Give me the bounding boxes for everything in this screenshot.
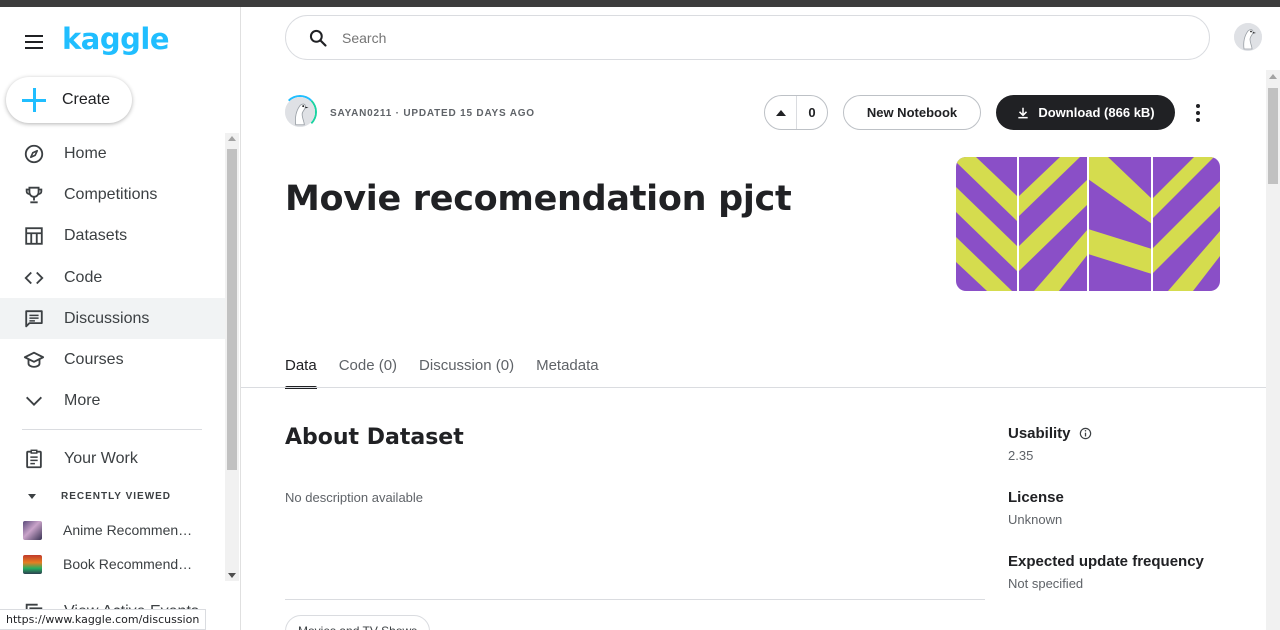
trophy-icon bbox=[22, 183, 46, 207]
sidebar-nav: Home Competitions Datasets Code Discussi… bbox=[0, 133, 225, 422]
owner-meta[interactable]: SAYAN0211 · UPDATED 15 DAYS AGO bbox=[330, 108, 535, 119]
chevron-down-icon bbox=[22, 389, 46, 413]
sidebar-item-label: Discussions bbox=[64, 309, 150, 327]
dataset-title: Movie recomendation pjct bbox=[285, 179, 792, 219]
sidebar: kaggle Create Home Competitions Datasets bbox=[0, 7, 241, 630]
license-value: Unknown bbox=[1008, 512, 1063, 527]
kaggle-logo[interactable]: kaggle bbox=[62, 22, 169, 56]
sidebar-item-more[interactable]: More bbox=[0, 381, 225, 422]
search-bar[interactable] bbox=[285, 15, 1210, 60]
sidebar-item-competitions[interactable]: Competitions bbox=[0, 174, 225, 215]
new-notebook-button[interactable]: New Notebook bbox=[843, 95, 981, 130]
download-icon bbox=[1018, 107, 1029, 118]
tab-discussion[interactable]: Discussion (0) bbox=[419, 347, 514, 389]
sidebar-item-your-work[interactable]: Your Work bbox=[0, 438, 225, 479]
info-icon[interactable] bbox=[1079, 427, 1092, 440]
update-frequency-label: Expected update frequency bbox=[1008, 553, 1204, 570]
create-button[interactable]: Create bbox=[6, 77, 132, 123]
code-icon bbox=[22, 266, 46, 290]
recently-viewed-toggle[interactable]: RECENTLY VIEWED bbox=[0, 487, 225, 505]
sidebar-item-courses[interactable]: Courses bbox=[0, 339, 225, 380]
scroll-up-arrow-icon[interactable] bbox=[228, 136, 236, 141]
more-options-icon[interactable] bbox=[1191, 101, 1205, 125]
page-scrollbar-thumb[interactable] bbox=[1268, 88, 1278, 184]
upvote-button[interactable] bbox=[765, 96, 797, 129]
sidebar-item-label: Competitions bbox=[64, 185, 158, 203]
dataset-tabs: Data Code (0) Discussion (0) Metadata bbox=[285, 347, 621, 389]
search-icon bbox=[309, 29, 327, 47]
sidebar-divider bbox=[22, 429, 202, 430]
sidebar-item-label: Datasets bbox=[64, 227, 128, 245]
sidebar-item-label: Code bbox=[64, 268, 103, 286]
anime-thumbnail bbox=[23, 520, 42, 540]
compass-icon bbox=[22, 142, 46, 166]
recent-item-label: Anime Recommend... bbox=[63, 522, 197, 538]
sidebar-item-label: Courses bbox=[64, 351, 124, 369]
recent-item-book[interactable]: Book Recommendat... bbox=[0, 547, 225, 581]
search-input[interactable] bbox=[342, 29, 1142, 46]
usability-label-text: Usability bbox=[1008, 425, 1071, 442]
recent-item-anime[interactable]: Anime Recommend... bbox=[0, 513, 225, 547]
sidebar-item-label: Home bbox=[64, 144, 107, 162]
user-avatar[interactable] bbox=[1234, 23, 1262, 51]
page-scroll-up-arrow-icon[interactable] bbox=[1269, 74, 1277, 79]
tag-chip[interactable]: Movies and TV Shows bbox=[285, 615, 431, 630]
download-button[interactable]: Download (866 kB) bbox=[996, 95, 1175, 130]
tabs-divider bbox=[241, 387, 1266, 388]
chat-icon bbox=[22, 307, 46, 331]
sidebar-item-discussions[interactable]: Discussions bbox=[0, 298, 225, 340]
sidebar-scrollbar-thumb[interactable] bbox=[227, 149, 237, 470]
tab-code[interactable]: Code (0) bbox=[339, 347, 397, 389]
about-description: No description available bbox=[285, 490, 424, 505]
plus-icon bbox=[22, 88, 46, 112]
recent-item-label: Book Recommendat... bbox=[63, 556, 197, 572]
recently-viewed-list: Anime Recommend... Book Recommendat... bbox=[0, 513, 225, 581]
sidebar-item-label: Your Work bbox=[64, 449, 138, 467]
update-frequency-block: Expected update frequency Not specified bbox=[1008, 553, 1204, 591]
table-icon bbox=[22, 224, 46, 248]
about-divider bbox=[285, 599, 985, 600]
sidebar-item-datasets[interactable]: Datasets bbox=[0, 216, 225, 257]
scroll-down-arrow-icon[interactable] bbox=[228, 573, 236, 578]
tab-data[interactable]: Data bbox=[285, 347, 317, 389]
usability-label: Usability bbox=[1008, 425, 1092, 442]
about-dataset-heading: About Dataset bbox=[285, 425, 464, 450]
license-block: License Unknown bbox=[1008, 489, 1064, 527]
dataset-banner-image bbox=[956, 157, 1220, 291]
owner-avatar[interactable] bbox=[285, 97, 315, 127]
update-frequency-value: Not specified bbox=[1008, 576, 1084, 591]
usability-block: Usability 2.35 bbox=[1008, 425, 1092, 463]
arrow-up-icon bbox=[775, 109, 786, 116]
recently-viewed-header: RECENTLY VIEWED bbox=[61, 490, 172, 502]
hamburger-menu-icon[interactable] bbox=[22, 30, 46, 54]
sidebar-item-home[interactable]: Home bbox=[0, 133, 225, 174]
tab-metadata[interactable]: Metadata bbox=[536, 347, 599, 389]
clipboard-icon bbox=[22, 447, 46, 471]
license-label: License bbox=[1008, 489, 1064, 506]
triangle-down-icon bbox=[28, 493, 36, 499]
sidebar-your-work: Your Work bbox=[0, 438, 225, 479]
sidebar-item-label: More bbox=[64, 392, 101, 410]
graduation-cap-icon bbox=[22, 348, 46, 372]
usability-value: 2.35 bbox=[1008, 448, 1034, 463]
sidebar-item-code[interactable]: Code bbox=[0, 257, 225, 298]
vote-count: 0 bbox=[808, 105, 816, 120]
book-thumbnail bbox=[23, 554, 42, 574]
browser-top-strip bbox=[0, 0, 1280, 7]
status-bar-url: https://www.kaggle.com/discussion bbox=[0, 609, 207, 630]
download-label: Download (866 kB) bbox=[1038, 105, 1155, 120]
main-content: SAYAN0211 · UPDATED 15 DAYS AGO 0 New No… bbox=[241, 7, 1266, 630]
create-label: Create bbox=[62, 91, 111, 108]
vote-widget: 0 bbox=[764, 95, 828, 130]
